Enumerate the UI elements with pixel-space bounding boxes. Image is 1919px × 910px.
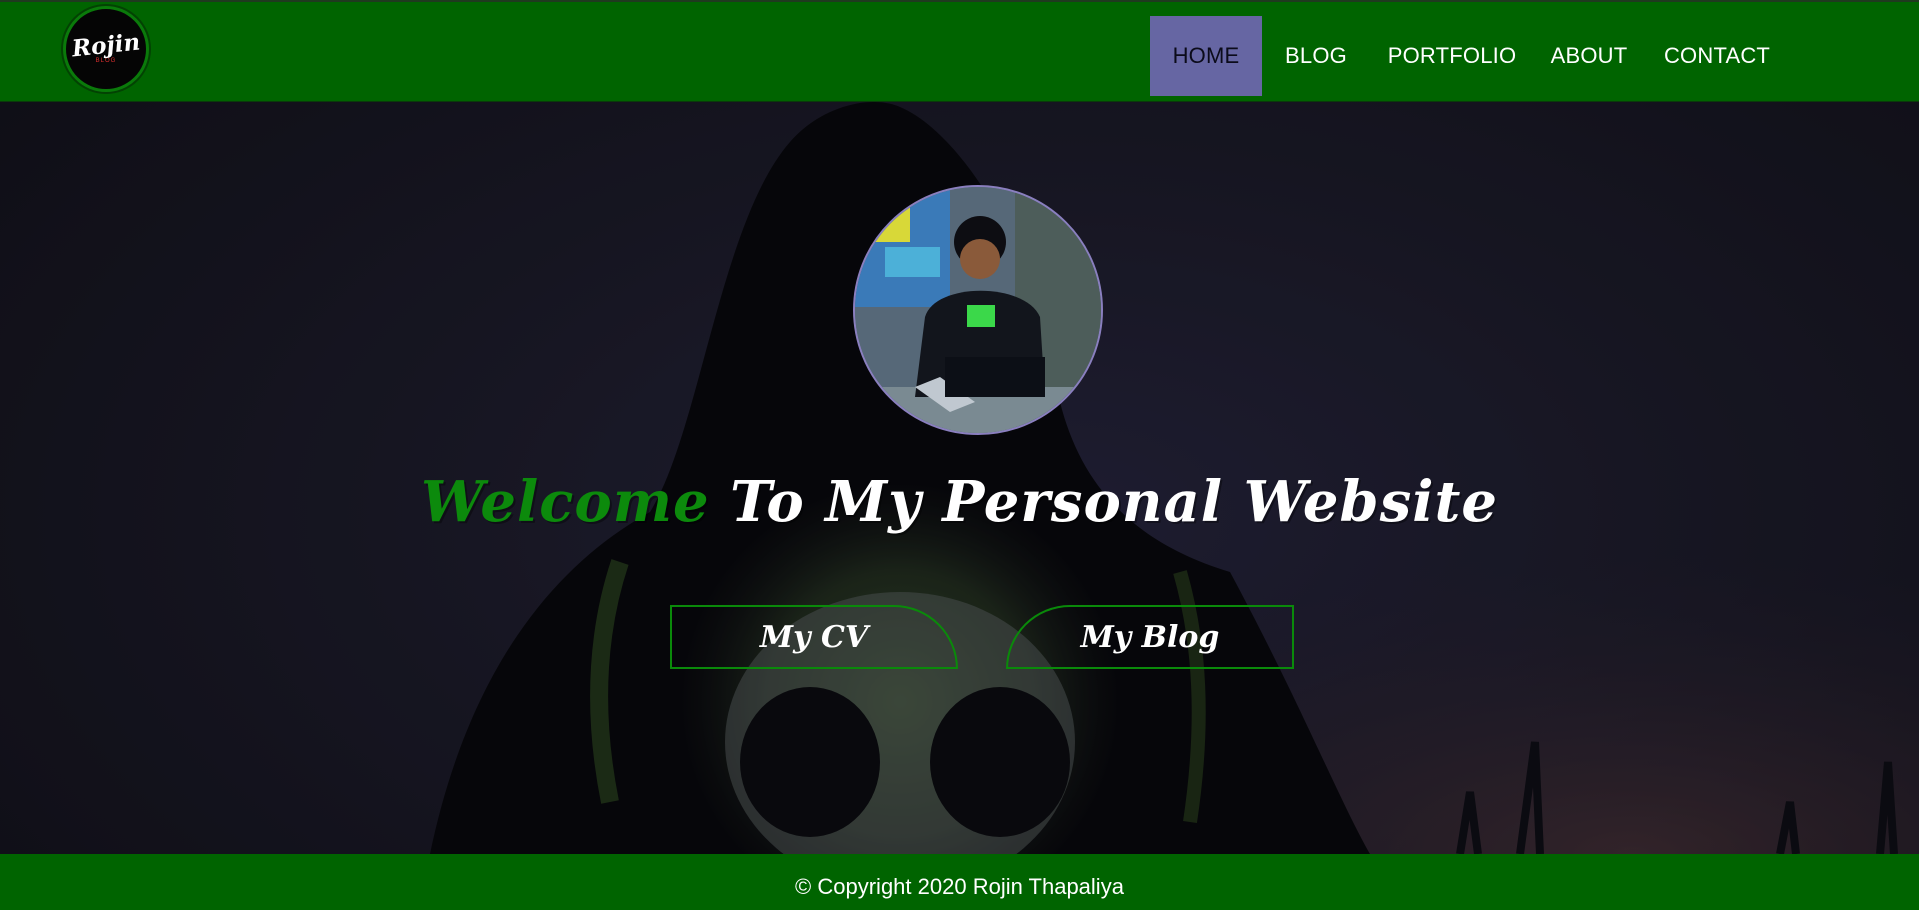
footer: © Copyright 2020 Rojin Thapaliya [0, 854, 1919, 910]
nav-item-about[interactable]: ABOUT [1534, 16, 1644, 96]
nav-menu: HOME BLOG PORTFOLIO ABOUT CONTACT [1150, 16, 1790, 96]
nav-item-portfolio[interactable]: PORTFOLIO [1370, 16, 1534, 96]
navbar: Rojin BLOG HOME BLOG PORTFOLIO ABOUT CON… [0, 0, 1919, 102]
profile-photo [853, 185, 1103, 435]
hero-title: Welcome To My Personal Website [0, 462, 1919, 542]
nav-item-contact[interactable]: CONTACT [1644, 16, 1790, 96]
my-blog-button[interactable]: My Blog [1006, 605, 1294, 669]
profile-photo-image [855, 187, 1101, 433]
logo-text: Rojin [70, 28, 142, 62]
my-cv-button[interactable]: My CV [670, 605, 958, 669]
hero-section: Welcome To My Personal Website My CV My … [0, 102, 1919, 854]
copyright-text: © Copyright 2020 Rojin Thapaliya [795, 874, 1124, 899]
nav-item-blog[interactable]: BLOG [1262, 16, 1370, 96]
site-logo[interactable]: Rojin BLOG [63, 6, 149, 92]
nav-item-home[interactable]: HOME [1150, 16, 1262, 96]
hero-title-rest: To My Personal Website [709, 469, 1498, 535]
hero-title-accent: Welcome [421, 469, 710, 535]
